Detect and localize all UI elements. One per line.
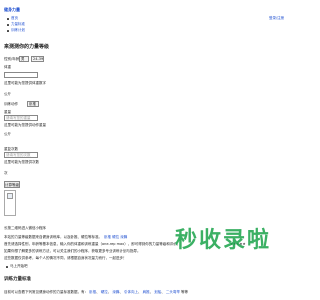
watermark: 秒收录啦: [175, 230, 300, 254]
broken-image: [4, 190, 16, 216]
nav-item-plans[interactable]: 训练计划: [11, 28, 25, 33]
reps-unit: 次: [4, 171, 8, 175]
exercise-link[interactable]: 二头弯举: [166, 290, 180, 294]
section-text: 目前可以查看下列常见健身动作的力量标准数据，有： 卧推、 硬拉、 深蹲、 引体向…: [4, 290, 188, 294]
exercise-link[interactable]: 肩推: [143, 290, 150, 294]
login-link[interactable]: 登录/注册: [269, 16, 284, 21]
weight-hint: 这里可能为您提供动作重量: [4, 123, 46, 127]
weight-input[interactable]: 请填写您的重量: [4, 115, 38, 121]
calculate-button[interactable]: 计算等级: [4, 181, 20, 188]
bodyweight-unit: 公斤: [4, 92, 11, 96]
intro-paragraph: 如果你想了解更多的训练方法，可以关注我们的小程序，获取更多专业训练计划与指导。: [4, 249, 141, 253]
exercise-link[interactable]: 划船: [154, 290, 161, 294]
bullet-icon: [7, 18, 9, 20]
bullet-icon: [7, 24, 9, 26]
intro-paragraph: 首先请选择性别，年龄等基本信息，输入你的体重和训练重量（one-rep max）…: [4, 242, 181, 246]
bodyweight-label: 体重: [4, 65, 11, 69]
bullet-icon: [7, 30, 9, 32]
intro-paragraph: 这些数据仅供参考，每个人的情况不同，请根据自身状况量力而行，一起进步！: [4, 256, 127, 260]
exercise-link[interactable]: 硬拉: [101, 290, 108, 294]
intro-links: 卧推 硬拉 深蹲: [104, 235, 127, 240]
get-started-link[interactable]: 马上开始吧: [10, 264, 28, 269]
watermark-text: 秒收录啦: [175, 228, 272, 253]
exercise-label: 训练动作: [4, 102, 18, 106]
link-bench[interactable]: 卧推: [104, 235, 111, 239]
bullet-icon: [6, 266, 8, 268]
gender-age-label: 性别/年龄: [4, 57, 20, 61]
bodyweight-hint: 这里可能为您提供体重数字: [4, 81, 46, 85]
gender-select[interactable]: 男: [19, 56, 29, 62]
bodyweight-input[interactable]: [4, 72, 38, 78]
exercise-link[interactable]: 卧推: [89, 290, 96, 294]
form-title: 来测测你的力量等级: [4, 44, 50, 50]
nav-item-standards[interactable]: 力量标准: [11, 22, 25, 27]
reps-label: 重复次数: [4, 147, 18, 151]
section-title: 训练力量标准: [4, 277, 31, 282]
nav-item-home[interactable]: 首页: [11, 16, 18, 21]
weight-label: 重量: [4, 110, 11, 114]
qr-caption: 长按二维码进入微信小程序: [4, 226, 46, 230]
site-logo[interactable]: 健身力量: [4, 8, 20, 12]
exercise-link[interactable]: 引体向上: [124, 290, 138, 294]
broken-image-icon: [7, 193, 13, 199]
link-squat[interactable]: 深蹲: [120, 235, 127, 239]
weight-unit: 公斤: [4, 132, 11, 136]
reps-hint: 这里可能为您提供次数: [4, 160, 39, 164]
reps-input[interactable]: 请填写您的次数: [4, 152, 38, 158]
exercise-link[interactable]: 深蹲: [112, 290, 119, 294]
link-deadlift[interactable]: 硬拉: [112, 235, 119, 239]
exercise-select[interactable]: 卧推: [27, 101, 39, 107]
age-select[interactable]: 24-39: [31, 56, 44, 62]
intro-paragraph: 本站的力量等级数据来自健身训练库，以及卧推、硬拉等标准。: [4, 235, 102, 239]
